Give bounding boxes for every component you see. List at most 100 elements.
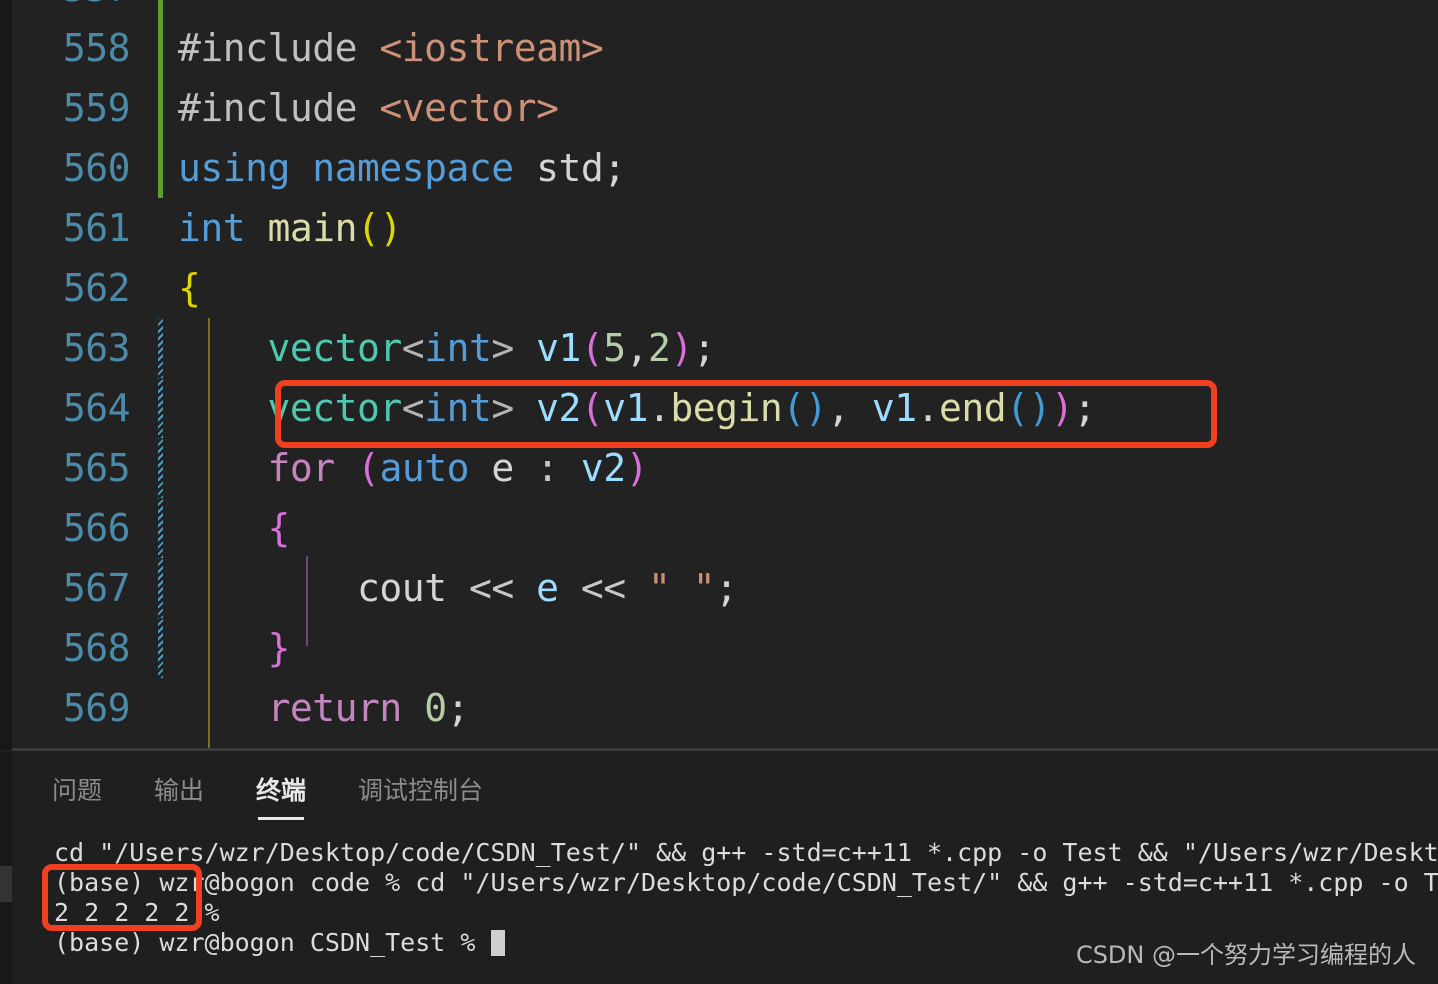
code-token: > (491, 326, 514, 370)
line-number: 565 (62, 446, 131, 490)
code-token: ; (603, 146, 626, 190)
code-line[interactable]: 558 #include <iostream> (12, 18, 1438, 78)
code-token: <iostream> (379, 26, 604, 70)
code-line-text: } (144, 618, 1438, 678)
code-line[interactable]: 569 return 0; (12, 678, 1438, 738)
code-lines-container: 557 558#include <iostream>559#include <ve… (12, 0, 1438, 738)
code-token: ) (804, 386, 828, 430)
code-token: > (491, 386, 514, 430)
code-token: << (580, 566, 626, 610)
code-token: <vector> (379, 86, 559, 130)
code-token: using (178, 146, 290, 190)
code-token: ( (782, 386, 805, 430)
code-token: vector (267, 326, 403, 370)
code-line-text: return 0; (144, 678, 1438, 738)
gutter-modified-indicator (158, 18, 163, 78)
code-token: << (468, 566, 514, 610)
terminal-line-text: 2 2 2 2 2 % (54, 898, 220, 927)
code-token: 0 (424, 686, 447, 730)
code-line[interactable]: 562 { (12, 258, 1438, 318)
terminal-line: cd "/Users/wzr/Desktop/code/CSDN_Test/" … (54, 838, 1438, 868)
code-line[interactable]: 566 { (12, 498, 1438, 558)
code-line-text: #include <iostream> (144, 18, 1438, 78)
code-token: < (401, 386, 425, 430)
code-token: v1 (536, 326, 581, 370)
code-token: 5 (603, 326, 626, 370)
code-line-text: using namespace std; (144, 138, 1438, 198)
panel-tab-item[interactable]: 问题 (52, 771, 102, 820)
code-token: begin (670, 386, 783, 430)
code-line-text: vector<int> v1(5,2); (144, 318, 1438, 378)
vscode-window: 557 558#include <iostream>559#include <ve… (0, 0, 1438, 984)
code-token: for (267, 446, 336, 490)
line-number: 557 (12, 0, 144, 10)
code-line[interactable]: 568 } (12, 618, 1438, 678)
code-line[interactable]: 564 vector<int> v2(v1.begin(), v1.end())… (12, 378, 1438, 438)
code-token: " " (648, 566, 716, 610)
code-token: ) (1050, 386, 1074, 430)
gutter-change-indicator (158, 498, 163, 558)
code-line-text: cout << e << " "; (144, 558, 1438, 618)
code-line[interactable]: 567 cout << e << " "; (12, 558, 1438, 618)
code-editor[interactable]: 557 558#include <iostream>559#include <ve… (12, 0, 1438, 748)
terminal-line-text: (base) wzr@bogon code % cd "/Users/wzr/D… (54, 868, 1438, 897)
gutter-change-indicator (158, 438, 163, 498)
code-line-text: { (144, 498, 1438, 558)
code-token: { (178, 266, 201, 310)
line-number: 567 (62, 566, 131, 610)
code-token: 2 (648, 326, 671, 370)
code-token: ) (625, 446, 649, 490)
line-number: 566 (62, 506, 131, 550)
code-token: #include (178, 86, 358, 130)
gutter-change-indicator (158, 318, 163, 378)
editor-left-strip (0, 0, 12, 750)
panel-tab-active[interactable]: 终端 (256, 771, 306, 820)
code-token: #include (178, 26, 358, 70)
panel-tab-item[interactable]: 调试控制台 (358, 771, 483, 820)
code-token: , (827, 386, 872, 430)
gutter-modified-indicator (158, 138, 163, 198)
code-token: main (267, 206, 358, 250)
code-token: , (625, 326, 649, 370)
code-token: int (424, 326, 492, 370)
code-token: ) (1028, 386, 1052, 430)
code-token: ( (580, 386, 604, 430)
line-number: 569 (62, 686, 131, 730)
code-line-text: { (144, 258, 1438, 318)
code-line[interactable]: 559 #include <vector> (12, 78, 1438, 138)
line-number: 564 (62, 386, 131, 430)
code-token: end (939, 386, 1007, 430)
gutter-modified-indicator (158, 78, 163, 138)
code-token: return (267, 686, 403, 730)
gutter-change-indicator (158, 618, 163, 678)
code-line[interactable]: 560 using namespace std; (12, 138, 1438, 198)
line-number: 568 (62, 626, 131, 670)
code-token: vector (267, 386, 403, 430)
code-line-text: for (auto e : v2) (144, 438, 1438, 498)
code-line[interactable]: 565 for (auto e : v2) (12, 438, 1438, 498)
panel-scrollbar-thumb[interactable] (0, 866, 12, 902)
line-number: 562 (62, 266, 131, 310)
code-token: . (648, 386, 671, 430)
code-token: ( (1006, 386, 1029, 430)
code-token: ) (379, 206, 402, 250)
code-line[interactable]: 561 int main() (12, 198, 1438, 258)
code-line[interactable]: 563 vector<int> v1(5,2); (12, 318, 1438, 378)
panel-tab-item[interactable]: 输出 (154, 771, 204, 820)
code-token: : (536, 446, 559, 490)
code-line[interactable]: 557 (12, 0, 1438, 18)
line-number: 560 (62, 146, 131, 190)
line-number: 561 (62, 206, 131, 250)
